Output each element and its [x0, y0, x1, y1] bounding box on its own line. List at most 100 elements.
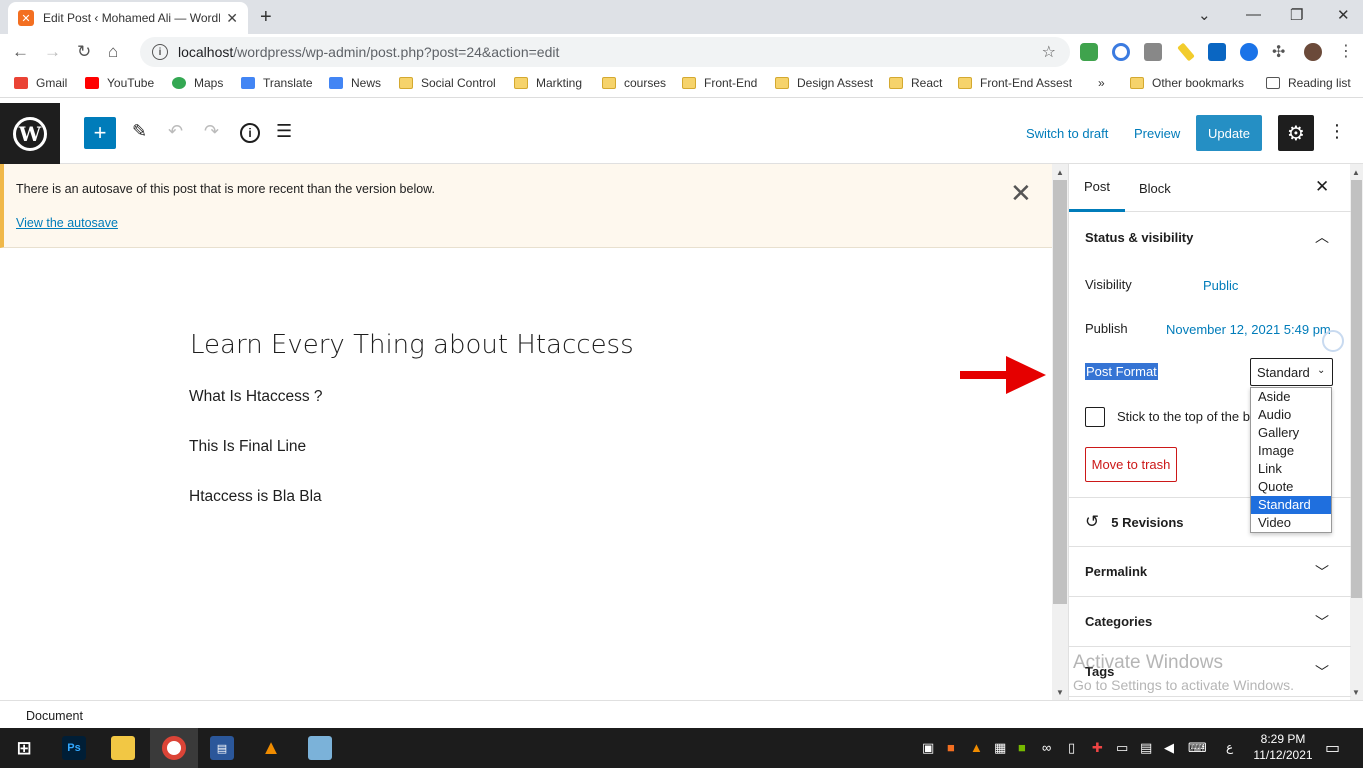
preview-button[interactable]: Preview: [1134, 126, 1180, 141]
profile-avatar[interactable]: [1304, 43, 1322, 61]
redo-icon[interactable]: ↷: [204, 121, 219, 142]
scroll-thumb[interactable]: [1053, 180, 1067, 604]
photoshop-icon[interactable]: Ps: [62, 736, 86, 760]
move-to-trash-button[interactable]: Move to trash: [1085, 447, 1177, 482]
bookmark-react[interactable]: React: [889, 76, 942, 90]
bookmark-gmail[interactable]: Gmail: [14, 76, 67, 90]
post-format-option[interactable]: Aside: [1251, 388, 1331, 406]
bookmark-star-icon[interactable]: ☆: [1042, 42, 1056, 62]
scroll-down-icon[interactable]: ▼: [1352, 688, 1360, 697]
update-button[interactable]: Update: [1196, 115, 1262, 151]
add-block-button[interactable]: +: [84, 117, 116, 149]
file-explorer-icon[interactable]: [111, 736, 135, 760]
usb-tray-icon[interactable]: ▯: [1068, 740, 1075, 756]
keyboard-icon[interactable]: ⌨: [1188, 740, 1207, 756]
network-icon[interactable]: ▤: [1140, 740, 1152, 756]
scroll-down-icon[interactable]: ▼: [1056, 688, 1064, 697]
tray-app-icon[interactable]: ▦: [994, 740, 1006, 756]
input-language[interactable]: ع: [1226, 740, 1233, 754]
stick-to-top-checkbox[interactable]: [1085, 407, 1105, 427]
vlc-icon[interactable]: ▲: [259, 736, 283, 760]
close-tab-icon[interactable]: ✕: [226, 10, 238, 27]
visibility-value-link[interactable]: Public: [1203, 278, 1238, 293]
bookmark-front-end[interactable]: Front-End: [682, 76, 757, 90]
scroll-up-icon[interactable]: ▲: [1056, 168, 1064, 177]
paragraph-block[interactable]: What Is Htaccess ?: [189, 388, 323, 406]
bookmark-courses[interactable]: courses: [602, 76, 666, 90]
globe-extension-icon[interactable]: [1240, 43, 1258, 61]
bookmark-design-assest[interactable]: Design Assest: [775, 76, 873, 90]
vlc-tray-icon[interactable]: ▲: [970, 740, 983, 755]
bookmark-other[interactable]: Other bookmarks: [1130, 76, 1244, 90]
bookmark-maps[interactable]: Maps: [172, 76, 223, 90]
bookmark-markting[interactable]: Markting: [514, 76, 582, 90]
sync-extension-icon[interactable]: [1112, 43, 1130, 61]
windows-start-icon[interactable]: ⊞: [12, 736, 36, 760]
settings-gear-icon[interactable]: ⚙: [1278, 115, 1314, 151]
undo-icon[interactable]: ↶: [168, 121, 183, 142]
chrome-icon[interactable]: [162, 736, 186, 760]
tab-block[interactable]: Block: [1139, 164, 1171, 212]
system-clock[interactable]: 8:29 PM 11/12/2021: [1250, 731, 1316, 763]
tab-post[interactable]: Post: [1069, 164, 1125, 212]
shield-extension-icon[interactable]: [1080, 43, 1098, 61]
post-title[interactable]: Learn Every Thing about Htaccess: [190, 330, 634, 360]
browser-menu-icon[interactable]: ⋮: [1338, 41, 1356, 60]
post-format-option[interactable]: Image: [1251, 442, 1331, 460]
tab-search-icon[interactable]: ⌄: [1198, 6, 1211, 24]
post-format-option[interactable]: Link: [1251, 460, 1331, 478]
linkedin-extension-icon[interactable]: [1208, 43, 1226, 61]
publish-date-link[interactable]: November 12, 2021 5:49 pm: [1166, 322, 1331, 337]
breadcrumb-document[interactable]: Document: [26, 709, 83, 723]
omnibox[interactable]: i localhost/wordpress/wp-admin/post.php?…: [140, 37, 1070, 67]
status-visibility-panel-toggle[interactable]: Status & visibility ︿: [1069, 212, 1351, 262]
restore-icon[interactable]: ❐: [1290, 6, 1303, 24]
forward-icon[interactable]: →: [44, 42, 61, 62]
bookmark-front-end-assest[interactable]: Front-End Assest: [958, 76, 1072, 90]
paragraph-block[interactable]: This Is Final Line: [189, 438, 306, 456]
post-format-option[interactable]: Gallery: [1251, 424, 1331, 442]
battery-icon[interactable]: ▭: [1116, 740, 1128, 756]
tray-app-icon[interactable]: ▣: [922, 740, 934, 756]
sidebar-scrollbar[interactable]: ▲ ▼: [1350, 164, 1363, 700]
paragraph-block[interactable]: Htaccess is Bla Bla: [189, 488, 322, 506]
list-view-icon[interactable]: ☰: [276, 121, 292, 142]
home-icon[interactable]: ⌂: [108, 42, 118, 62]
nvidia-tray-icon[interactable]: ■: [1018, 740, 1026, 755]
camera-extension-icon[interactable]: [1144, 43, 1162, 61]
link-tray-icon[interactable]: ∞: [1042, 740, 1051, 755]
bookmark-social-control[interactable]: Social Control: [399, 76, 496, 90]
reload-icon[interactable]: ↻: [77, 42, 91, 62]
xampp-tray-icon[interactable]: ■: [947, 740, 955, 755]
bookmark-translate[interactable]: Translate: [241, 76, 313, 90]
details-info-icon[interactable]: i: [240, 123, 260, 143]
volume-icon[interactable]: ◀: [1164, 740, 1174, 756]
post-format-option[interactable]: Quote: [1251, 478, 1331, 496]
view-autosave-link[interactable]: View the autosave: [16, 216, 118, 230]
permalink-panel-toggle[interactable]: Permalink ﹀: [1069, 547, 1351, 597]
notepad-icon[interactable]: [308, 736, 332, 760]
post-format-select[interactable]: Standard ⌄: [1250, 358, 1333, 386]
dismiss-notice-icon[interactable]: ✕: [1010, 178, 1032, 209]
stick-to-top-label[interactable]: Stick to the top of the blog: [1117, 409, 1267, 424]
extensions-puzzle-icon[interactable]: ✣: [1272, 42, 1290, 61]
bookmark-youtube[interactable]: YouTube: [85, 76, 154, 90]
more-options-icon[interactable]: ⋮: [1328, 121, 1346, 142]
scroll-thumb[interactable]: [1351, 180, 1362, 598]
reading-list[interactable]: Reading list: [1266, 76, 1351, 90]
post-format-option[interactable]: Audio: [1251, 406, 1331, 424]
scroll-up-icon[interactable]: ▲: [1352, 168, 1360, 177]
post-format-option-selected[interactable]: Standard: [1251, 496, 1331, 514]
word-icon[interactable]: ▤: [210, 736, 234, 760]
new-tab-icon[interactable]: +: [260, 6, 272, 29]
close-sidebar-icon[interactable]: ✕: [1315, 177, 1329, 197]
editor-scrollbar[interactable]: ▲ ▼: [1052, 164, 1068, 700]
more-bookmarks-icon[interactable]: »: [1098, 76, 1105, 90]
bookmark-news[interactable]: News: [329, 76, 381, 90]
pencil-tools-icon[interactable]: ✎: [132, 121, 147, 142]
notifications-icon[interactable]: ▭: [1325, 738, 1340, 758]
post-format-option[interactable]: Video: [1251, 514, 1331, 532]
wordpress-logo[interactable]: W: [0, 103, 60, 164]
back-icon[interactable]: ←: [12, 42, 29, 62]
browser-tab[interactable]: ✕ Edit Post ‹ Mohamed Ali — WordPress ✕: [8, 2, 248, 34]
